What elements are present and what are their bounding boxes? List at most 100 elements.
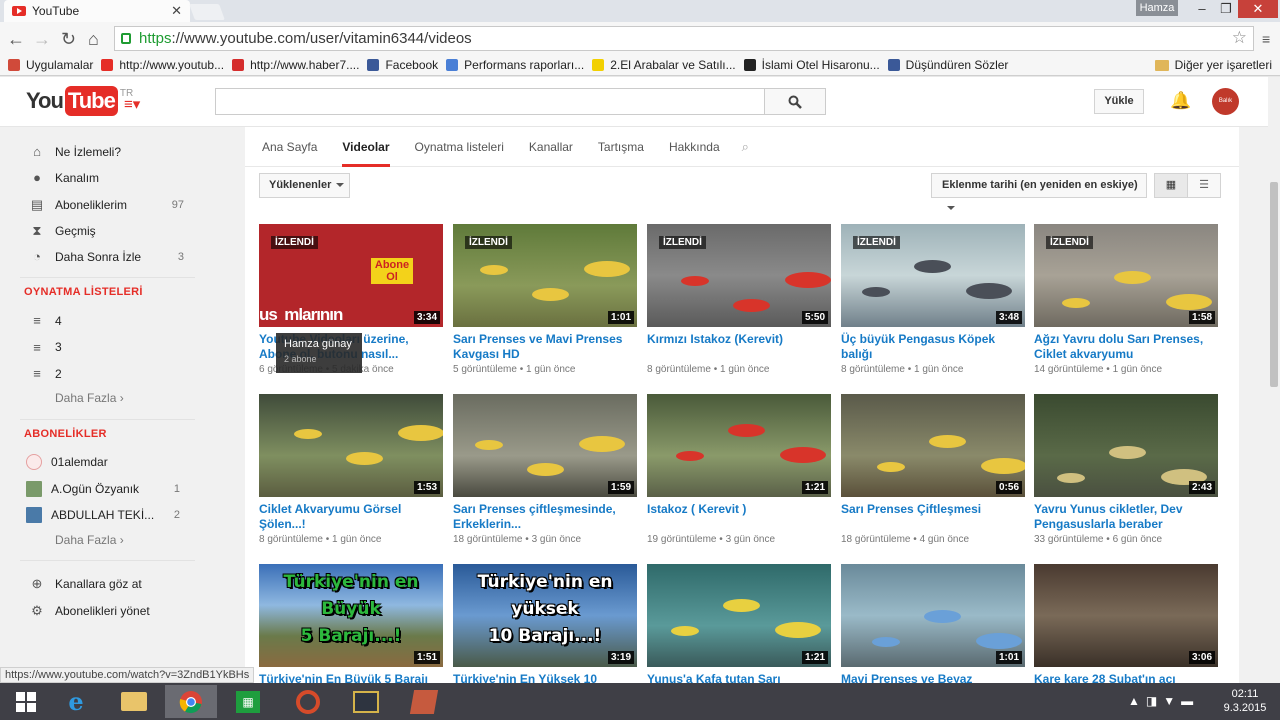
guide-item-0[interactable]: ⌂ Ne İzlemeli? <box>30 144 190 159</box>
video-thumbnail[interactable]: 0:56 <box>841 394 1025 497</box>
video-title[interactable]: Türkiye'nin En Büyük 5 Barajı <box>259 672 443 683</box>
reload-icon[interactable]: ↻ <box>61 29 76 50</box>
playlist-item[interactable]: ≡ 2 <box>30 366 190 381</box>
playlist-item[interactable]: ≡ 3 <box>30 340 190 355</box>
video-thumbnail[interactable]: 1:21 <box>647 394 831 497</box>
bookmark-item[interactable]: Performans raporları... <box>446 58 584 72</box>
video-title[interactable]: Istakoz ( Kerevit ) <box>647 502 831 532</box>
video-title[interactable]: Türkiye'nin En Yüksek 10 <box>453 672 637 683</box>
bookmark-item[interactable]: Düşündüren Sözler <box>887 58 1008 72</box>
video-card[interactable]: 1:21 Istakoz ( Kerevit ) 19 görüntüleme • … <box>647 394 831 545</box>
video-thumbnail[interactable]: 1:01 <box>841 564 1025 667</box>
sort-dropdown[interactable]: Eklenme tarihi (en yeniden en eskiye) <box>931 173 1147 211</box>
video-title[interactable]: Sarı Prenses çiftleşmesinde, Erkeklerin.… <box>453 502 637 532</box>
new-tab-button[interactable] <box>189 4 225 20</box>
video-card[interactable]: 0:56 Sarı Prenses Çiftleşmesi 18 görüntüle… <box>841 394 1025 545</box>
video-thumbnail[interactable]: İZLENDİ 3:48 <box>841 224 1025 327</box>
video-thumbnail[interactable]: Türkiye'nin en yüksek 10 Barajı...! 3:19 <box>453 564 637 667</box>
playlists-more-link[interactable]: Daha Fazla › <box>55 391 124 405</box>
video-title[interactable]: Sarı Prenses Çiftleşmesi <box>841 502 1025 532</box>
bookmark-star-icon[interactable]: ☆ <box>1232 28 1247 48</box>
other-bookmarks[interactable]: Diğer yer işaretleri <box>1154 58 1272 72</box>
avatar[interactable]: Balık Videoları <box>1212 88 1239 115</box>
video-title[interactable]: Yavru Yunus cikletler, Dev Pengasuslarla… <box>1034 502 1218 532</box>
list-view-button[interactable]: ☰ <box>1187 173 1221 198</box>
chrome-taskbar-button[interactable] <box>165 685 217 718</box>
hypercam-taskbar-button[interactable] <box>340 685 392 718</box>
subscription-item[interactable]: 01alemdar <box>26 454 186 470</box>
subscriptions-more-link[interactable]: Daha Fazla › <box>55 533 124 547</box>
video-title[interactable]: Ağzı Yavru dolu Sarı Prenses, Ciklet akv… <box>1034 332 1218 362</box>
video-card[interactable]: Türkiye'nin en Büyük 5 Barajı...! 1:51 Türki… <box>259 564 443 683</box>
browser-user-badge[interactable]: Hamza <box>1136 0 1178 16</box>
guide-bottom-item[interactable]: ⊕ Kanallara göz at <box>30 576 190 592</box>
video-card[interactable]: 1:21 Yunus'a Kafa tutan Sarı <box>647 564 831 683</box>
guide-menu-icon[interactable]: ≡▾ <box>124 95 140 113</box>
upload-button[interactable]: Yükle <box>1094 89 1144 114</box>
guide-item-2[interactable]: ▤ Aboneliklerim 97 <box>30 197 190 213</box>
menu-icon[interactable]: ≡ <box>1262 31 1270 47</box>
search-button[interactable] <box>764 88 826 115</box>
video-card[interactable]: İZLENDİ 1:58 Ağzı Yavru dolu Sarı Prenses,… <box>1034 224 1218 375</box>
taskbar-clock[interactable]: 02:11 9.3.2015 <box>1222 687 1268 715</box>
search-input[interactable] <box>215 88 765 115</box>
notifications-bell-icon[interactable]: 🔔 <box>1170 91 1191 111</box>
video-card[interactable]: Türkiye'nin en yüksek 10 Barajı...! 3:19 Tür… <box>453 564 637 683</box>
app-taskbar-button[interactable] <box>282 685 334 718</box>
bookmark-item[interactable]: Uygulamalar <box>8 58 93 72</box>
video-card[interactable]: 3:06 Kare kare 28 Şubat'ın acı <box>1034 564 1218 683</box>
video-thumbnail[interactable]: us mlarının Abone Ol İZLENDİ 3:34 <box>259 224 443 327</box>
bookmark-item[interactable]: http://www.youtub... <box>101 58 224 72</box>
video-thumbnail[interactable]: 1:59 <box>453 394 637 497</box>
ie-taskbar-button[interactable]: e <box>50 685 102 718</box>
subscriptions-header[interactable]: ABONELİKLER <box>24 428 107 440</box>
video-title[interactable]: Yunus'a Kafa tutan Sarı <box>647 672 831 683</box>
channel-search-icon[interactable]: ⌕ <box>742 139 749 155</box>
grid-view-button[interactable]: ▦ <box>1154 173 1188 198</box>
video-thumbnail[interactable]: 2:43 <box>1034 394 1218 497</box>
video-card[interactable]: İZLENDİ 3:48 Üç büyük Pengasus Köpek balığ… <box>841 224 1025 375</box>
store-taskbar-button[interactable]: ▦ <box>222 685 274 718</box>
channel-tab-2[interactable]: Oynatma listeleri <box>415 127 504 167</box>
editor-taskbar-button[interactable] <box>398 685 450 718</box>
video-title[interactable]: Üç büyük Pengasus Köpek balığı <box>841 332 1025 362</box>
subscription-item[interactable]: A.Ogün Özyanık 1 <box>26 480 186 497</box>
bookmark-item[interactable]: 2.El Arabalar ve Satılı... <box>592 58 736 72</box>
forward-arrow-icon[interactable]: → <box>33 29 51 50</box>
video-thumbnail[interactable]: İZLENDİ 1:58 <box>1034 224 1218 327</box>
video-thumbnail[interactable]: 1:21 <box>647 564 831 667</box>
playlist-item[interactable]: ≡ 4 <box>30 313 190 328</box>
window-close-icon[interactable]: ✕ <box>1238 0 1278 18</box>
url-field[interactable]: https ://www.youtube.com/user/vitamin634… <box>114 26 1254 51</box>
video-card[interactable]: İZLENDİ 1:01 Sarı Prenses ve Mavi Prenses … <box>453 224 637 375</box>
restore-icon[interactable]: ❐ <box>1212 0 1240 18</box>
video-card[interactable]: 2:43 Yavru Yunus cikletler, Dev Pengasusl… <box>1034 394 1218 545</box>
start-button[interactable] <box>0 685 52 718</box>
video-title[interactable]: Sarı Prenses ve Mavi Prenses Kavgası HD <box>453 332 637 362</box>
guide-item-1[interactable]: ● Kanalım <box>30 170 190 185</box>
system-tray[interactable]: ▲◨▼▬ <box>1128 694 1199 708</box>
guide-bottom-item[interactable]: ⚙ Abonelikleri yönet <box>30 603 190 619</box>
youtube-logo[interactable]: You Tube TR <box>26 86 133 116</box>
channel-tab-3[interactable]: Kanallar <box>529 127 573 167</box>
video-thumbnail[interactable]: Türkiye'nin en Büyük 5 Barajı...! 1:51 <box>259 564 443 667</box>
guide-item-4[interactable]: ◔ Daha Sonra İzle 3 <box>30 249 190 264</box>
channel-tab-5[interactable]: Hakkında <box>669 127 720 167</box>
video-card[interactable]: İZLENDİ 5:50 Kırmızı Istakoz (Kerevit) 8 gö… <box>647 224 831 375</box>
tab-close-icon[interactable]: ✕ <box>171 3 182 19</box>
channel-tab-1[interactable]: Videolar <box>342 127 390 167</box>
video-title[interactable]: Mavi Prenses ve Beyaz <box>841 672 1025 683</box>
video-thumbnail[interactable]: 1:53 <box>259 394 443 497</box>
video-card[interactable]: 1:53 Ciklet Akvaryumu Görsel Şölen...! 8 g… <box>259 394 443 545</box>
video-card[interactable]: 1:01 Mavi Prenses ve Beyaz <box>841 564 1025 683</box>
page-scrollbar[interactable] <box>1268 77 1280 683</box>
video-thumbnail[interactable]: 3:06 <box>1034 564 1218 667</box>
channel-tab-0[interactable]: Ana Sayfa <box>262 127 317 167</box>
browser-tab[interactable]: YouTube ✕ <box>4 0 190 22</box>
scrollbar-thumb[interactable] <box>1270 182 1278 387</box>
uploads-dropdown[interactable]: Yüklenenler <box>259 173 350 198</box>
home-icon[interactable]: ⌂ <box>88 29 99 50</box>
bookmark-item[interactable]: Facebook <box>367 58 438 72</box>
bookmark-item[interactable]: http://www.haber7.... <box>232 58 359 72</box>
back-arrow-icon[interactable]: ← <box>7 29 25 50</box>
